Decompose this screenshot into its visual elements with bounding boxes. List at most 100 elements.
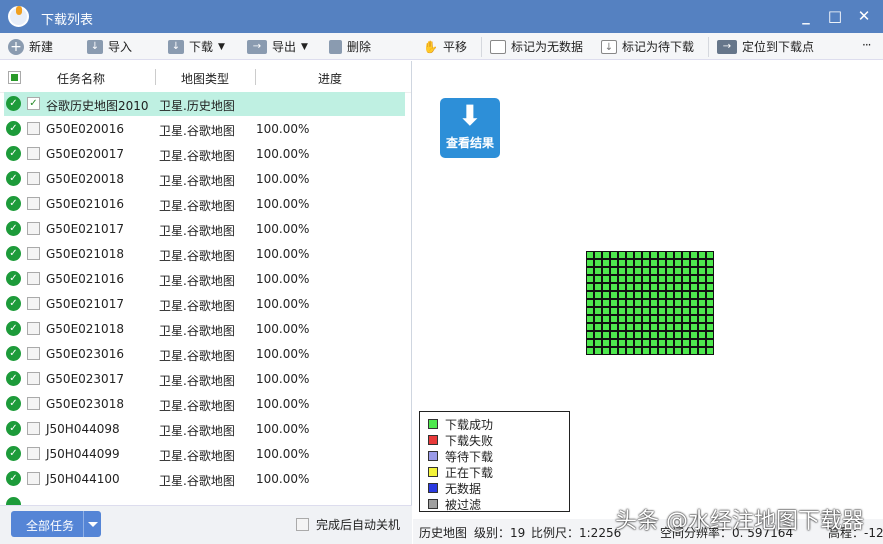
tile-cell[interactable]: [626, 315, 634, 323]
tile-cell[interactable]: [618, 307, 626, 315]
tile-cell[interactable]: [594, 299, 602, 307]
tile-cell[interactable]: [586, 307, 594, 315]
tile-cell[interactable]: [594, 275, 602, 283]
tile-cell[interactable]: [626, 283, 634, 291]
tile-cell[interactable]: [650, 275, 658, 283]
tile-cell[interactable]: [594, 267, 602, 275]
header-progress[interactable]: 进度: [318, 70, 342, 87]
table-row[interactable]: ✓ G50E021016 卫星.谷歌地图 100.00%: [4, 192, 405, 216]
tile-cell[interactable]: [682, 259, 690, 267]
header-task-name[interactable]: 任务名称: [57, 70, 105, 87]
tile-cell[interactable]: [666, 339, 674, 347]
tile-cell[interactable]: [698, 323, 706, 331]
tile-cell[interactable]: [610, 251, 618, 259]
tile-cell[interactable]: [642, 307, 650, 315]
tile-cell[interactable]: [690, 307, 698, 315]
tile-cell[interactable]: [666, 267, 674, 275]
minimize-button[interactable]: _: [796, 7, 816, 25]
tile-cell[interactable]: [650, 291, 658, 299]
row-checkbox[interactable]: [27, 197, 40, 210]
tile-cell[interactable]: [682, 307, 690, 315]
tile-cell[interactable]: [602, 251, 610, 259]
tile-cell[interactable]: [698, 299, 706, 307]
row-checkbox[interactable]: ✓: [27, 97, 40, 110]
auto-shutdown-option[interactable]: 完成后自动关机: [296, 516, 400, 533]
tile-cell[interactable]: [618, 315, 626, 323]
tile-cell[interactable]: [698, 315, 706, 323]
tile-cell[interactable]: [690, 331, 698, 339]
table-row[interactable]: ✓ J50H044098 卫星.谷歌地图 100.00%: [4, 417, 405, 441]
tile-cell[interactable]: [706, 339, 714, 347]
tile-cell[interactable]: [674, 347, 682, 355]
tile-cell[interactable]: [642, 291, 650, 299]
tile-cell[interactable]: [666, 315, 674, 323]
table-row[interactable]: ✓ G50E023017 卫星.谷歌地图 100.00%: [4, 367, 405, 391]
tile-cell[interactable]: [634, 339, 642, 347]
tile-cell[interactable]: [698, 259, 706, 267]
tile-cell[interactable]: [642, 347, 650, 355]
tile-cell[interactable]: [594, 307, 602, 315]
tile-cell[interactable]: [690, 275, 698, 283]
tile-cell[interactable]: [682, 331, 690, 339]
tile-cell[interactable]: [642, 267, 650, 275]
tile-cell[interactable]: [618, 275, 626, 283]
tile-cell[interactable]: [666, 275, 674, 283]
tile-cell[interactable]: [642, 275, 650, 283]
tile-cell[interactable]: [650, 315, 658, 323]
tile-cell[interactable]: [586, 267, 594, 275]
tile-cell[interactable]: [634, 275, 642, 283]
tile-cell[interactable]: [698, 339, 706, 347]
tile-cell[interactable]: [682, 291, 690, 299]
mark-pending-button[interactable]: ↓ 标记为待下载: [601, 38, 694, 55]
tile-cell[interactable]: [618, 283, 626, 291]
tile-cell[interactable]: [594, 331, 602, 339]
download-dropdown-icon[interactable]: ▼: [218, 42, 225, 52]
tile-cell[interactable]: [610, 331, 618, 339]
tile-cell[interactable]: [666, 347, 674, 355]
tile-cell[interactable]: [618, 251, 626, 259]
tile-cell[interactable]: [610, 299, 618, 307]
tile-cell[interactable]: [706, 275, 714, 283]
tile-cell[interactable]: [674, 307, 682, 315]
tile-cell[interactable]: [658, 347, 666, 355]
row-checkbox[interactable]: [27, 322, 40, 335]
tile-cell[interactable]: [586, 275, 594, 283]
tile-cell[interactable]: [626, 323, 634, 331]
tile-cell[interactable]: [634, 347, 642, 355]
row-checkbox[interactable]: [27, 122, 40, 135]
tile-cell[interactable]: [650, 339, 658, 347]
table-row[interactable]: ✓ J50H044100 卫星.谷歌地图 100.00%: [4, 467, 405, 491]
tile-cell[interactable]: [682, 339, 690, 347]
tile-cell[interactable]: [626, 267, 634, 275]
tile-cell[interactable]: [610, 347, 618, 355]
tile-cell[interactable]: [706, 267, 714, 275]
tile-cell[interactable]: [586, 315, 594, 323]
tile-cell[interactable]: [610, 275, 618, 283]
table-row[interactable]: ✓ G50E020018 卫星.谷歌地图 100.00%: [4, 167, 405, 191]
tile-cell[interactable]: [602, 291, 610, 299]
tile-cell[interactable]: [610, 323, 618, 331]
tile-cell[interactable]: [650, 331, 658, 339]
tile-cell[interactable]: [674, 275, 682, 283]
table-row[interactable]: ✓ G50E021017 卫星.谷歌地图 100.00%: [4, 292, 405, 316]
row-checkbox[interactable]: [27, 272, 40, 285]
tile-cell[interactable]: [642, 323, 650, 331]
tile-cell[interactable]: [682, 251, 690, 259]
tile-cell[interactable]: [690, 283, 698, 291]
tile-cell[interactable]: [682, 275, 690, 283]
tile-cell[interactable]: [698, 283, 706, 291]
tile-cell[interactable]: [666, 283, 674, 291]
tile-cell[interactable]: [618, 291, 626, 299]
tile-cell[interactable]: [602, 299, 610, 307]
tile-cell[interactable]: [634, 299, 642, 307]
tile-cell[interactable]: [586, 299, 594, 307]
close-button[interactable]: ✕: [854, 7, 874, 25]
tile-cell[interactable]: [610, 339, 618, 347]
view-result-button[interactable]: ⬇ 查看结果: [440, 98, 500, 158]
tile-cell[interactable]: [650, 283, 658, 291]
tile-cell[interactable]: [650, 347, 658, 355]
tile-cell[interactable]: [634, 307, 642, 315]
tile-cell[interactable]: [610, 283, 618, 291]
tile-cell[interactable]: [594, 315, 602, 323]
tile-cell[interactable]: [594, 251, 602, 259]
